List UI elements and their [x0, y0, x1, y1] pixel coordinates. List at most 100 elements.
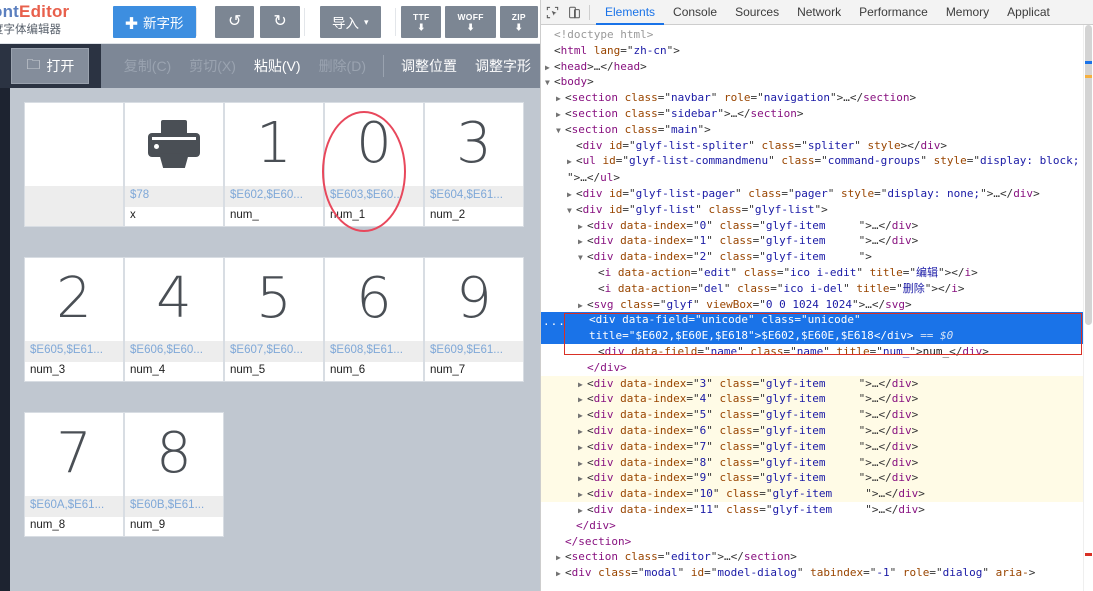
dom-node[interactable]: </section> — [541, 534, 1093, 550]
dom-node[interactable]: <section class="sidebar">…</section> — [541, 106, 1093, 122]
glyph-item[interactable]: 5 $E607,$E60... num_5 — [224, 257, 324, 382]
dom-node[interactable]: <section class="navbar" role="navigation… — [541, 90, 1093, 106]
scroll-marker-selected — [1085, 61, 1092, 64]
dom-node[interactable]: <div id="glyf-list-pager" class="pager" … — [541, 186, 1093, 202]
glyph-name: num_ — [225, 207, 323, 226]
logo-title-part2: Editor — [19, 2, 70, 21]
tab-elements[interactable]: Elements — [596, 0, 664, 25]
glyph-item[interactable]: 6 $E608,$E61... num_6 — [324, 257, 424, 382]
dom-node[interactable]: <head>…</head> — [541, 59, 1093, 75]
tab-applicat[interactable]: Applicat — [998, 0, 1059, 25]
delete-command[interactable]: 删除(D) — [310, 56, 375, 76]
dom-node[interactable]: <div data-index="7" class="glyf-item ">…… — [541, 438, 1093, 455]
undo-button[interactable]: ↺ — [215, 6, 255, 38]
open-file-button[interactable]: 🗀 打开 — [11, 48, 90, 84]
devtools-scrollbar[interactable] — [1083, 25, 1093, 591]
dom-node[interactable]: <div data-field="name" class="name" titl… — [541, 344, 1093, 360]
dom-node[interactable]: <div data-index="11" class="glyf-item ">… — [541, 502, 1093, 518]
dom-node[interactable]: <div data-index="2" class="glyf-item "> — [541, 249, 1093, 265]
dom-node[interactable]: </div> — [541, 518, 1093, 534]
glyph-preview: 0 — [325, 103, 423, 186]
glyph-item[interactable]: 9 $E609,$E61... num_7 — [424, 257, 524, 382]
glyph-unicode: $E605,$E61... — [25, 340, 123, 363]
dom-node[interactable]: <div data-index="3" class="glyf-item ">…… — [541, 375, 1093, 392]
dom-node[interactable]: <body> — [541, 74, 1093, 90]
glyph-character: 0 — [356, 111, 392, 177]
cut-command[interactable]: 剪切(X) — [180, 56, 245, 76]
dom-node[interactable]: <div data-index="10" class="glyf-item ">… — [541, 486, 1093, 502]
glyph-item[interactable]: 0 $E603,$E60... num_1 — [324, 102, 424, 227]
dom-node[interactable]: </div> — [541, 360, 1093, 376]
glyph-item[interactable]: 8 $E60B,$E61... num_9 — [124, 412, 224, 537]
command-bar: 🗀 打开 复制(C) 剪切(X) 粘贴(V) 删除(D) 调整位置 调整字形 — [0, 44, 540, 88]
dom-node[interactable]: <html lang="zh-cn"> — [541, 43, 1093, 59]
glyph-item[interactable]: 2 $E605,$E61... num_3 — [24, 257, 124, 382]
tab-memory[interactable]: Memory — [937, 0, 998, 25]
import-button[interactable]: 导入 ▾ — [320, 6, 381, 38]
glyph-name: num_1 — [325, 207, 423, 226]
tab-sources[interactable]: Sources — [726, 0, 788, 25]
glyph-unicode — [25, 185, 123, 208]
dom-node[interactable]: <div data-index="6" class="glyf-item ">…… — [541, 422, 1093, 439]
command-divider — [383, 55, 384, 77]
dom-node[interactable]: <div data-index="5" class="glyf-item ">…… — [541, 407, 1093, 423]
glyph-item[interactable]: 7 $E60A,$E61... num_8 — [24, 412, 124, 537]
dom-node[interactable]: <div data-index="8" class="glyf-item ">…… — [541, 454, 1093, 471]
dom-node[interactable]: <section class="main"> — [541, 122, 1093, 138]
export-woff-button[interactable]: WOFF ⬇ — [445, 6, 496, 38]
glyph-character: 3 — [456, 111, 492, 177]
dom-node[interactable]: <i data-action="del" class="ico i-del" t… — [541, 281, 1093, 297]
redo-button[interactable]: ↻ — [260, 6, 300, 38]
dom-node[interactable]: <section class="editor">…</section> — [541, 549, 1093, 565]
logo-title: ontEditor — [0, 2, 104, 22]
logo-title-part1: ont — [0, 2, 20, 21]
dom-node[interactable]: <div id="glyf-list-spliter" class="split… — [541, 138, 1093, 154]
ttf-label: TTF — [413, 11, 430, 22]
glyph-character: 6 — [356, 266, 392, 332]
adjust-position-command[interactable]: 调整位置 — [392, 56, 466, 76]
dom-node[interactable]: <i data-action="edit" class="ico i-edit"… — [541, 265, 1093, 281]
dom-node[interactable]: <div data-index="1" class="glyf-item ">…… — [541, 233, 1093, 249]
glyph-item[interactable]: 4 $E606,$E60... num_4 — [124, 257, 224, 382]
paste-command[interactable]: 粘贴(V) — [245, 56, 310, 76]
glyph-name: num_8 — [25, 517, 123, 536]
glyph-item[interactable] — [24, 102, 124, 227]
plus-icon: ✚ — [125, 15, 139, 31]
dom-node[interactable]: <div data-index="9" class="glyf-item ">…… — [541, 470, 1093, 487]
device-toolbar-icon[interactable] — [563, 0, 585, 25]
tab-console[interactable]: Console — [664, 0, 726, 25]
dom-node[interactable]: <svg class="glyf" viewBox="0 0 1024 1024… — [541, 297, 1093, 313]
inspect-element-icon[interactable] — [541, 0, 563, 25]
selected-dom-node[interactable]: ... <div data-field="unicode" class="unic… — [541, 312, 1093, 344]
glyph-item[interactable]: $78 x — [124, 102, 224, 227]
new-glyph-button[interactable]: ✚ 新字形 — [113, 6, 196, 38]
dom-tree[interactable]: <!doctype html><html lang="zh-cn"><head>… — [541, 25, 1093, 591]
copy-command[interactable]: 复制(C) — [115, 56, 180, 76]
dom-node[interactable]: <!doctype html> — [541, 27, 1093, 43]
command-items: 复制(C) 剪切(X) 粘贴(V) 删除(D) 调整位置 调整字形 — [101, 55, 540, 77]
left-rail — [0, 44, 10, 591]
glyph-name: num_7 — [425, 362, 523, 381]
glyph-item[interactable]: 3 $E604,$E61... num_2 — [424, 102, 524, 227]
glyph-unicode: $E602,$E60... — [225, 185, 323, 208]
dom-node[interactable]: <div class="modal" id="model-dialog" tab… — [541, 565, 1093, 582]
tab-performance[interactable]: Performance — [850, 0, 937, 25]
dom-node[interactable]: <div data-index="4" class="glyf-item ">…… — [541, 391, 1093, 408]
dom-node[interactable]: <div id="glyf-list" class="glyf-list"> — [541, 202, 1093, 218]
chevron-down-icon: ▾ — [364, 16, 369, 27]
glyph-character: 2 — [56, 266, 92, 332]
dom-node[interactable]: <div data-index="0" class="glyf-item ">…… — [541, 218, 1093, 234]
download-icon: ⬇ — [417, 22, 426, 32]
scrollbar-thumb[interactable] — [1085, 25, 1092, 325]
tab-network[interactable]: Network — [788, 0, 850, 25]
devtools-tabs: Elements Console Sources Network Performance… — [596, 0, 1059, 25]
glyph-character: 7 — [56, 421, 92, 487]
glyph-preview — [25, 103, 123, 186]
adjust-glyph-command[interactable]: 调整字形 — [466, 56, 540, 76]
export-ttf-button[interactable]: TTF ⬇ — [401, 6, 442, 38]
glyph-item[interactable]: 1 $E602,$E60... num_ — [224, 102, 324, 227]
glyph-list: $78 x 1 $E602,$E60... num_ 0 $E603,$E60... num_… — [10, 88, 540, 591]
export-zip-button[interactable]: ZIP ⬇ — [499, 6, 538, 38]
dom-node[interactable]: <ul id="glyf-list-commandmenu" class="co… — [541, 153, 1093, 186]
glyph-unicode: $E60A,$E61... — [25, 495, 123, 518]
